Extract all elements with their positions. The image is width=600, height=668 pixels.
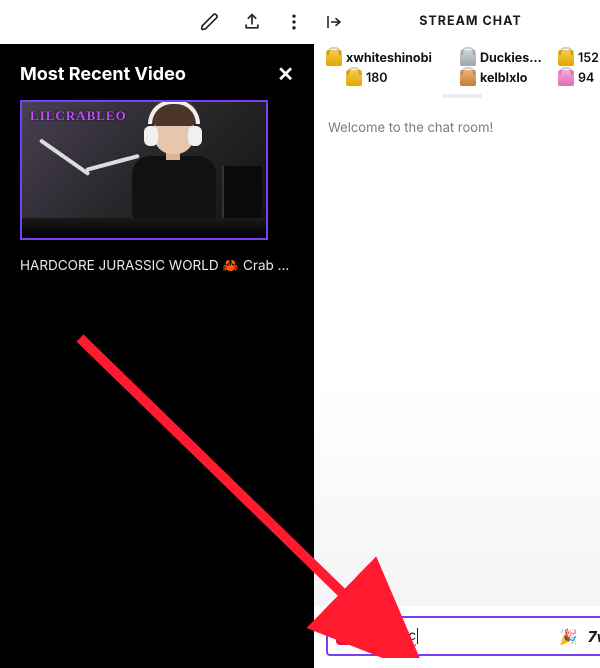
close-icon[interactable]: ✕ [277,62,294,86]
leaderboard-row: 180 kelblxlo 94 [326,70,599,86]
input-typed: lilc [399,628,417,644]
video-toolbar [0,0,314,44]
chat-input-area: /ban lilc 🎉 7ᴠ [314,606,600,668]
leaderboard-name: kelblxlo [480,71,527,86]
chat-panel: STREAM CHAT xwhiteshinobi Duckies… 152 [314,0,600,668]
gift-icon [460,50,476,66]
leaderboard-value: 180 [366,71,388,86]
gift-icon [558,70,574,86]
edit-icon[interactable] [200,12,220,32]
more-icon[interactable] [284,12,304,32]
leaderboard-name: Duckies… [480,51,542,66]
leaderboard-row: xwhiteshinobi Duckies… 152 [326,50,599,66]
section-header: Most Recent Video ✕ [0,44,314,98]
gift-icon [558,50,574,66]
leaderboard-name: xwhiteshinobi [346,51,432,66]
leaderboard-value: 94 [578,71,594,86]
leaderboard[interactable]: xwhiteshinobi Duckies… 152 180 [314,44,600,108]
collapse-icon[interactable] [324,13,344,31]
drag-handle[interactable] [442,94,482,98]
text-caret [417,628,418,644]
cheer-icon[interactable]: 🎉 [559,627,578,646]
gift-icon [460,70,476,86]
thumbnail-tag: LILCRABLEO [30,108,127,124]
chat-header: STREAM CHAT [314,0,600,44]
video-thumbnail[interactable]: LILCRABLEO [20,100,268,240]
video-title[interactable]: HARDCORE JURASSIC WORLD 🦀 Crab R… [20,258,294,274]
chat-text-input[interactable]: /ban lilc [366,628,551,644]
gift-icon [326,50,342,66]
broadcaster-badge-icon [336,627,358,645]
share-icon[interactable] [242,12,262,32]
welcome-message: Welcome to the chat room! [328,120,600,136]
video-panel: Most Recent Video ✕ LILCRABLEO HARDCORE … [0,0,314,668]
chat-title: STREAM CHAT [344,14,597,29]
chat-messages[interactable]: Welcome to the chat room! [314,108,600,606]
emote-picker-icon[interactable]: 7ᴠ [588,627,600,646]
gift-icon [346,70,362,86]
section-title: Most Recent Video [20,64,186,85]
chat-input[interactable]: /ban lilc 🎉 7ᴠ [326,616,600,656]
leaderboard-value: 152 [578,51,599,66]
input-prefix: /ban [366,628,399,644]
